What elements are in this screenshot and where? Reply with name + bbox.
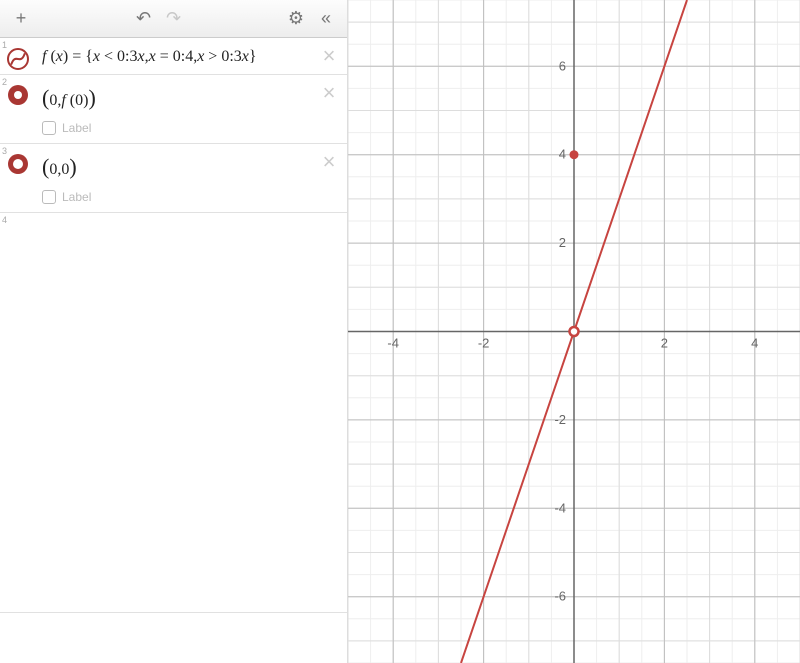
chevron-left-icon: «: [321, 8, 331, 29]
svg-text:-4: -4: [387, 336, 399, 351]
svg-text:4: 4: [751, 336, 758, 351]
gear-icon: ⚙: [288, 8, 304, 29]
close-icon: ×: [323, 80, 336, 106]
expression-list: 1 f (x) = {x < 0:3x,x = 0:4,x > 0:3x} ×: [0, 38, 347, 663]
expression-row-empty[interactable]: 4: [0, 213, 347, 613]
app-root: + ↶ ↷ ⚙ « 1 f (: [0, 0, 800, 663]
row-options: Label: [42, 121, 323, 135]
formula-text[interactable]: f (x) = {x < 0:3x,x = 0:4,x > 0:3x}: [42, 48, 323, 66]
redo-icon: ↷: [166, 8, 181, 29]
svg-text:-2: -2: [554, 412, 566, 427]
svg-text:-4: -4: [554, 500, 566, 515]
expression-panel: + ↶ ↷ ⚙ « 1 f (: [0, 0, 348, 663]
graph-viewport[interactable]: -4 -2 2 4 -6 -4 -2 2 4 6: [348, 0, 800, 663]
label-checkbox[interactable]: [42, 121, 56, 135]
svg-text:-2: -2: [478, 336, 490, 351]
label-checkbox[interactable]: [42, 190, 56, 204]
collapse-panel-button[interactable]: «: [311, 4, 341, 34]
undo-icon: ↶: [136, 8, 151, 29]
row-index: 2: [2, 77, 7, 87]
formula-text[interactable]: (0,0): [42, 154, 323, 180]
expression-body: (0,f (0)) Label: [36, 75, 347, 143]
expression-body: (0,0) Label: [36, 144, 347, 212]
curve-glyph: [9, 48, 27, 70]
undo-button[interactable]: ↶: [129, 4, 159, 34]
point-filled-icon[interactable]: [8, 85, 28, 105]
formula-text[interactable]: (0,f (0)): [42, 85, 323, 111]
row-index: 3: [2, 146, 7, 156]
inner-ring: [13, 159, 23, 169]
toolbar: + ↶ ↷ ⚙ «: [0, 0, 347, 38]
expression-row[interactable]: 1 f (x) = {x < 0:3x,x = 0:4,x > 0:3x} ×: [0, 38, 347, 75]
svg-text:2: 2: [661, 336, 668, 351]
row-index: 1: [2, 40, 7, 50]
plus-icon: +: [16, 8, 27, 29]
row-options: Label: [42, 190, 323, 204]
redo-button[interactable]: ↷: [159, 4, 189, 34]
delete-row-button[interactable]: ×: [317, 81, 341, 105]
svg-text:2: 2: [559, 235, 566, 250]
svg-text:6: 6: [559, 58, 566, 73]
function-curve-icon[interactable]: [7, 48, 29, 70]
delete-row-button[interactable]: ×: [317, 150, 341, 174]
row-index: 4: [2, 215, 7, 225]
point-open-icon[interactable]: [8, 154, 28, 174]
add-expression-button[interactable]: +: [6, 4, 36, 34]
expression-row[interactable]: 3 (0,0) Label ×: [0, 144, 347, 213]
expression-body: f (x) = {x < 0:3x,x = 0:4,x > 0:3x}: [36, 38, 347, 74]
close-icon: ×: [323, 149, 336, 175]
svg-text:4: 4: [559, 147, 566, 162]
expression-row[interactable]: 2 (0,f (0)) Label ×: [0, 75, 347, 144]
label-option-text: Label: [62, 190, 91, 204]
settings-button[interactable]: ⚙: [281, 4, 311, 34]
graph-svg: -4 -2 2 4 -6 -4 -2 2 4 6: [348, 0, 800, 663]
svg-text:-6: -6: [554, 589, 566, 604]
delete-row-button[interactable]: ×: [317, 44, 341, 68]
close-icon: ×: [323, 43, 336, 69]
label-option-text: Label: [62, 121, 91, 135]
